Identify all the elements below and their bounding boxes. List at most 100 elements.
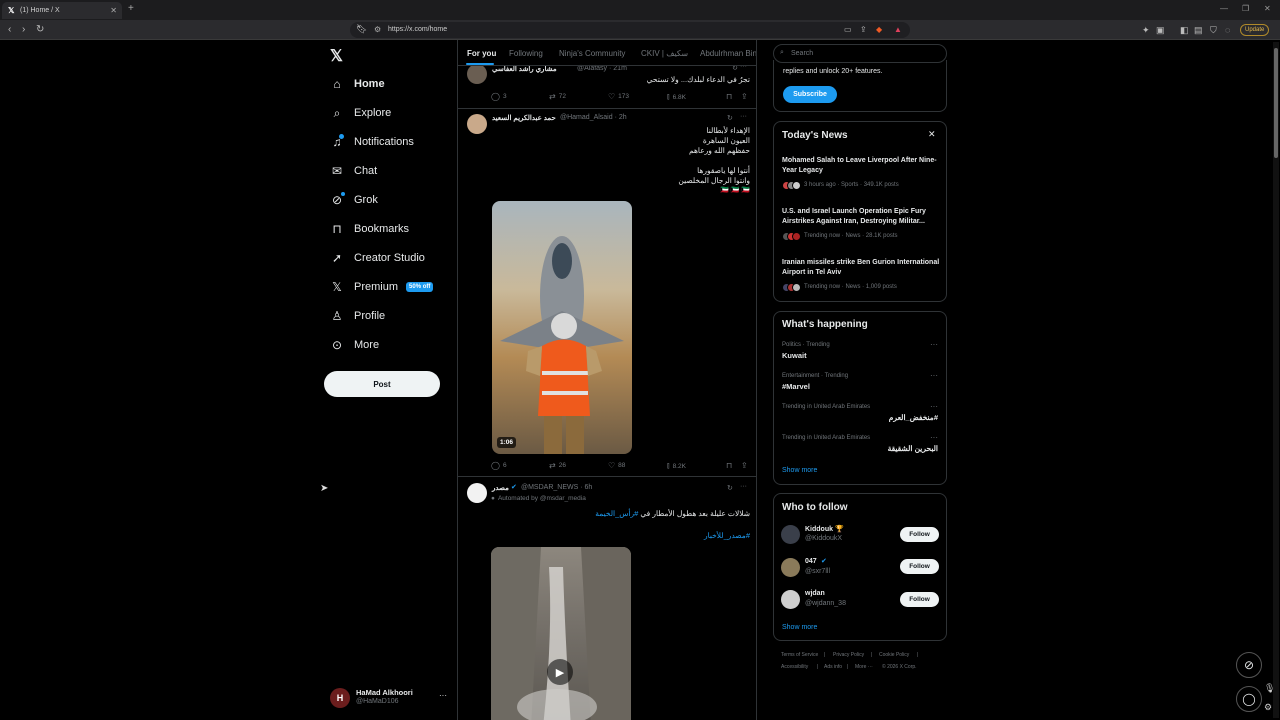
back-icon[interactable]: ‹ bbox=[8, 24, 11, 35]
more-dots-icon[interactable]: ··· bbox=[740, 113, 747, 120]
grok-post-icon[interactable]: ↻ bbox=[727, 114, 733, 122]
hashtag-link[interactable]: #رأس_الخيمة bbox=[595, 509, 638, 518]
footer-link[interactable]: Privacy Policy bbox=[833, 652, 864, 658]
trend-item[interactable]: Entertainment · Trending #Marvel ··· bbox=[774, 371, 946, 399]
footer-link[interactable]: Ads info bbox=[824, 664, 842, 670]
views-button[interactable]: ⫾ 6.8K bbox=[667, 92, 686, 102]
more-dots-icon[interactable]: ··· bbox=[930, 433, 938, 442]
account-switcher[interactable]: H HaMad Alkhoori @HaMaD106 ··· bbox=[330, 686, 450, 710]
leo-icon[interactable]: ◌ bbox=[1225, 25, 1230, 35]
bookmark-post-icon[interactable]: ⊓ bbox=[726, 92, 732, 101]
subscribe-button[interactable]: Subscribe bbox=[783, 86, 837, 103]
show-more-link[interactable]: Show more bbox=[782, 624, 817, 631]
nav-grok[interactable]: ⊘ Grok bbox=[330, 190, 378, 210]
post-2[interactable]: مصدر ✔ @MSDAR_NEWS · 6h ● Automated by @m… bbox=[458, 477, 756, 720]
repost-count: 26 bbox=[558, 462, 566, 469]
views-button[interactable]: ⫾ 8.2K bbox=[667, 461, 686, 471]
close-icon[interactable]: ✕ bbox=[928, 129, 936, 140]
tab-for-you[interactable]: For you bbox=[467, 49, 496, 58]
follow-button[interactable]: Follow bbox=[900, 527, 939, 542]
trend-item[interactable]: Trending in United Arab Emirates #منخفض_… bbox=[774, 402, 946, 430]
share-post-icon[interactable]: ⇪ bbox=[741, 461, 748, 470]
more-dots-icon[interactable]: ··· bbox=[930, 402, 938, 411]
update-button[interactable]: Update bbox=[1240, 24, 1270, 36]
messages-float-button[interactable]: ◯ bbox=[1236, 686, 1262, 712]
grok-float-button[interactable]: ⊘ bbox=[1236, 652, 1262, 678]
settings-icon[interactable]: ⚙︎ bbox=[1264, 702, 1272, 713]
wallet2-icon[interactable]: ▤ bbox=[1194, 25, 1203, 36]
reply-button[interactable]: ◯ 3 bbox=[491, 92, 507, 101]
brave-shield-icon[interactable]: ◆ bbox=[876, 25, 882, 34]
news-item[interactable]: U.S. and Israel Launch Operation Epic Fu… bbox=[774, 207, 946, 247]
footer-link[interactable]: More ··· bbox=[855, 664, 873, 670]
news-headline: Iranian missiles strike Ben Gurion Inter… bbox=[782, 259, 940, 276]
like-button[interactable]: ♡ 173 bbox=[608, 92, 629, 101]
screen-icon[interactable]: ▭ bbox=[844, 25, 852, 34]
nav-creator-studio[interactable]: ➚ Creator Studio bbox=[330, 248, 425, 268]
browser-tab[interactable]: 𝕏 (1) Home / X ✕ bbox=[2, 2, 122, 19]
reply-button[interactable]: ◯ 6 bbox=[491, 461, 507, 470]
share-icon[interactable]: ⇪ bbox=[860, 25, 867, 34]
tab-ckiv[interactable]: CKIV | سكيف bbox=[641, 49, 688, 58]
news-item[interactable]: Iranian missiles strike Ben Gurion Inter… bbox=[774, 258, 946, 298]
footer-link[interactable]: Cookie Policy bbox=[879, 652, 909, 658]
footer-separator: | bbox=[817, 664, 819, 670]
reload-icon[interactable]: ↻ bbox=[36, 24, 44, 35]
rewards-icon[interactable]: ▲ bbox=[894, 25, 902, 34]
x-logo-icon[interactable]: 𝕏 bbox=[330, 46, 343, 66]
more-circle-icon: ⊙ bbox=[331, 338, 343, 352]
nav-explore[interactable]: ⌕ Explore bbox=[330, 103, 392, 123]
like-button[interactable]: ♡ 88 bbox=[608, 461, 625, 470]
footer-separator: | bbox=[824, 652, 826, 658]
follow-button[interactable]: Follow bbox=[900, 592, 939, 607]
follow-button[interactable]: Follow bbox=[900, 559, 939, 574]
nav-premium[interactable]: 𝕏 Premium 50% off bbox=[330, 277, 434, 297]
tab-following[interactable]: Following bbox=[509, 49, 543, 58]
scrollbar-thumb[interactable] bbox=[1274, 48, 1278, 158]
wallet-icon[interactable]: ▣ bbox=[1156, 25, 1165, 36]
video-player[interactable]: 1:06 bbox=[492, 201, 632, 454]
tab-abdulrhman[interactable]: Abdulrhman Bin bbox=[700, 49, 756, 58]
new-tab-icon[interactable]: + bbox=[128, 3, 134, 14]
post-button[interactable]: Post bbox=[324, 371, 440, 397]
extensions-icon[interactable]: ✦ bbox=[1142, 25, 1150, 36]
trend-item[interactable]: Trending in United Arab Emirates البحرين… bbox=[774, 433, 946, 461]
video-player[interactable]: ▶ bbox=[491, 547, 631, 720]
bookmark-post-icon[interactable]: ⊓ bbox=[726, 461, 732, 470]
trend-item[interactable]: Politics · Trending Kuwait ··· bbox=[774, 340, 946, 368]
footer-link[interactable]: Accessibility bbox=[781, 664, 808, 670]
nav-chat[interactable]: ✉ Chat bbox=[330, 161, 377, 181]
more-dots-icon[interactable]: ··· bbox=[930, 371, 938, 380]
grok-post-icon[interactable]: ↻ bbox=[727, 484, 733, 492]
more-dots-icon[interactable]: ··· bbox=[930, 340, 938, 349]
more-dots-icon[interactable]: ··· bbox=[740, 483, 747, 490]
post-1[interactable]: حمد عبدالكريم السعيد @Hamad_Alsaid · 2h … bbox=[458, 109, 756, 476]
minimize-icon[interactable]: — bbox=[1220, 4, 1228, 13]
news-item[interactable]: Mohamed Salah to Leave Liverpool After N… bbox=[774, 156, 946, 196]
tab-community[interactable]: Ninja's Community bbox=[559, 49, 625, 58]
browser-tab-strip: 𝕏 (1) Home / X ✕ + — ❐ ✕ bbox=[0, 0, 1280, 20]
nav-bookmarks[interactable]: ⊓ Bookmarks bbox=[330, 219, 409, 239]
bookmark-page-icon[interactable]: 🔖︎ bbox=[356, 24, 367, 35]
nav-profile[interactable]: ♙ Profile bbox=[330, 306, 386, 326]
footer-separator: | bbox=[847, 664, 849, 670]
nav-more[interactable]: ⊙ More bbox=[330, 335, 379, 355]
url-bar[interactable]: 🔖︎ ⚙︎ https://x.com/home ▭ ⇪ ◆ ▲ bbox=[350, 22, 910, 38]
site-info-icon[interactable]: ⚙︎ bbox=[374, 25, 381, 34]
hashtag-link[interactable]: #مصدر_للأخبار bbox=[704, 531, 750, 540]
vpn-icon[interactable]: ⛉ bbox=[1210, 25, 1217, 36]
nav-home[interactable]: ⌂ Home bbox=[330, 74, 385, 94]
repost-button[interactable]: ⇄ 26 bbox=[549, 461, 566, 470]
footer-link[interactable]: Terms of Service bbox=[781, 652, 818, 658]
share-post-icon[interactable]: ⇪ bbox=[741, 92, 748, 101]
forward-icon[interactable]: › bbox=[22, 24, 25, 35]
nav-label: Home bbox=[354, 78, 385, 90]
close-window-icon[interactable]: ✕ bbox=[1264, 4, 1271, 13]
repost-button[interactable]: ⇄ 72 bbox=[549, 92, 566, 101]
show-more-link[interactable]: Show more bbox=[782, 467, 817, 474]
restore-icon[interactable]: ❐ bbox=[1242, 4, 1249, 13]
close-tab-icon[interactable]: ✕ bbox=[110, 6, 117, 15]
sidebar-icon[interactable]: ◧ bbox=[1180, 25, 1189, 36]
play-icon[interactable]: ▶ bbox=[547, 659, 573, 685]
views-icon: ⫾ bbox=[667, 461, 670, 470]
